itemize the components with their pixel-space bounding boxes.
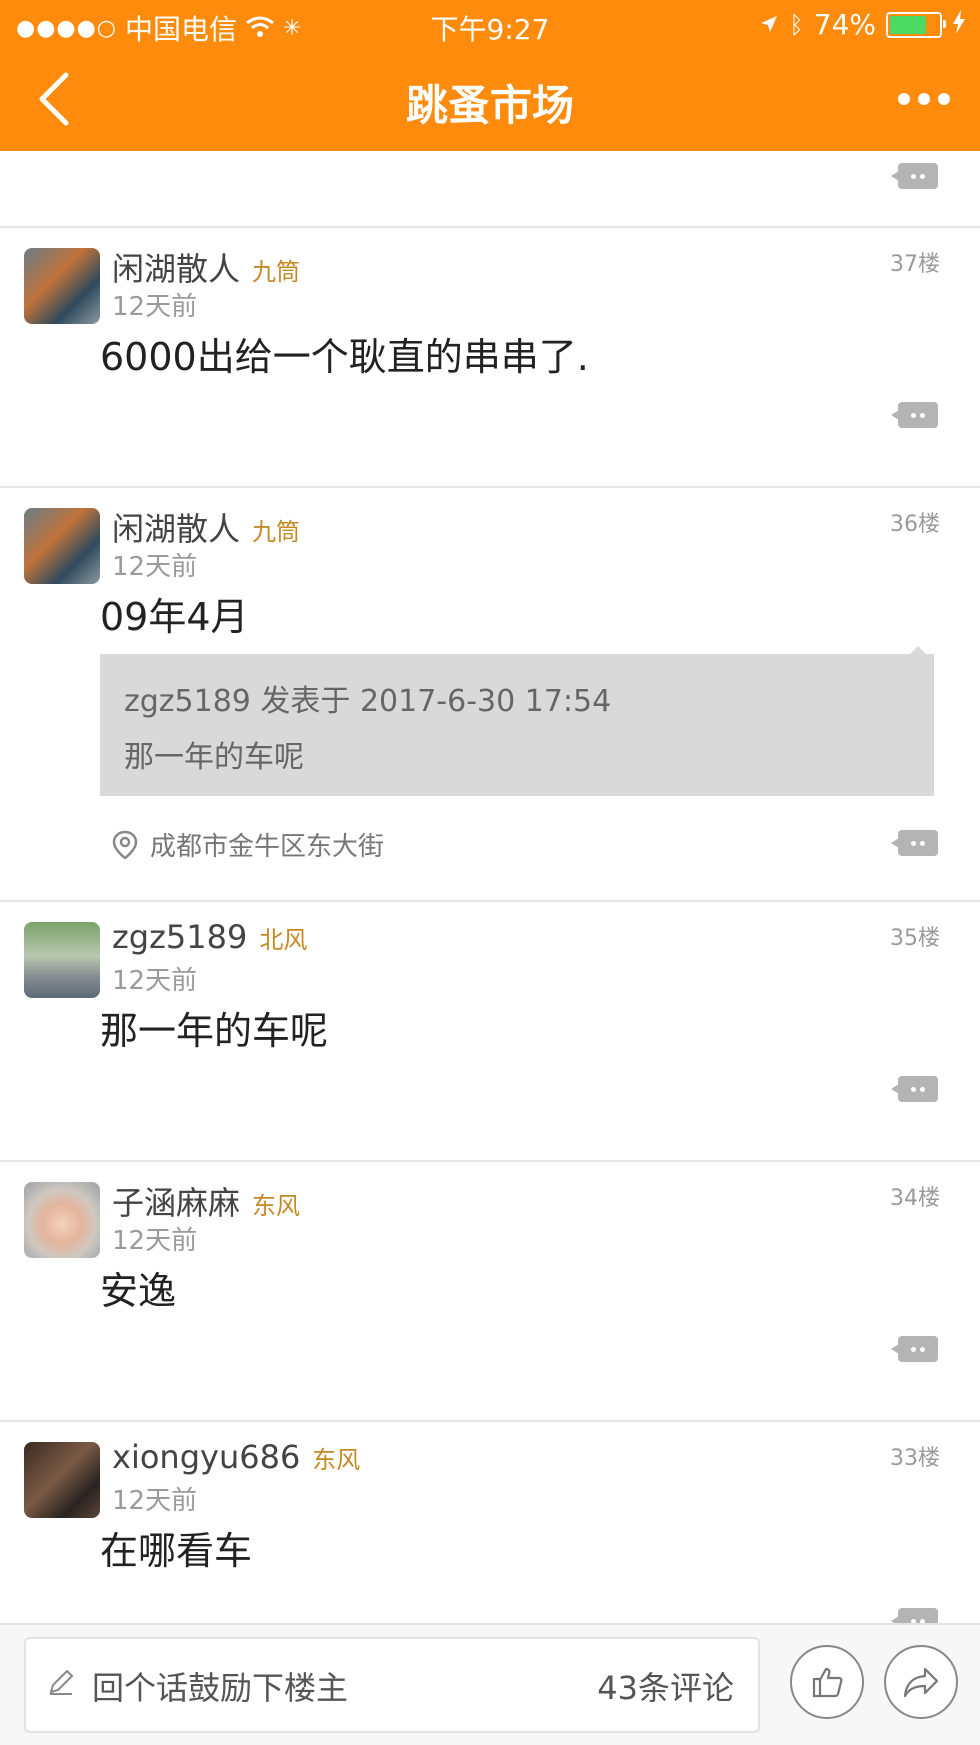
floor-number: 37楼 <box>890 252 940 277</box>
user-level: 东风 <box>312 1446 361 1474</box>
username[interactable]: 子涵麻麻 东风 <box>112 1178 300 1224</box>
like-button[interactable] <box>790 1645 864 1719</box>
user-level: 九筒 <box>252 258 301 286</box>
quoted-reply[interactable]: zgz5189 发表于 2017-6-30 17:54 那一年的车呢 <box>100 646 934 796</box>
avatar[interactable] <box>24 508 100 584</box>
top-bar: ●●●●○ 中国电信 ✳ 下午9:27 ᛒ 74% 跳蚤市场 <box>0 0 980 151</box>
location-arrow-icon <box>759 8 779 41</box>
share-button[interactable] <box>884 1645 958 1719</box>
bluetooth-icon: ᛒ <box>789 10 804 39</box>
more-button[interactable] <box>884 74 964 124</box>
reply-placeholder: 回个话鼓励下楼主 <box>92 1669 349 1707</box>
list-item: 子涵麻麻 东风 12天前 34楼 安逸 <box>0 1162 980 1420</box>
comment-button[interactable] <box>891 1076 938 1102</box>
floor-number: 34楼 <box>890 1186 940 1211</box>
post-content: 安逸 <box>100 1269 177 1313</box>
username[interactable]: zgz5189 北风 <box>112 918 307 956</box>
list-item: zgz5189 北风 12天前 35楼 那一年的车呢 <box>0 902 980 1160</box>
post-list[interactable]: 闲湖散人 九筒 12天前 37楼 6000出给一个耿直的串串了. 闲湖散人 九筒 1… <box>0 151 980 1623</box>
reply-input[interactable]: 回个话鼓励下楼主 43条评论 <box>24 1637 760 1733</box>
post-content: 6000出给一个耿直的串串了. <box>100 335 589 379</box>
battery-icon <box>886 11 946 38</box>
comment-button[interactable] <box>891 830 938 856</box>
comment-button[interactable] <box>891 1608 938 1623</box>
avatar[interactable] <box>24 922 100 998</box>
battery-percent: 74% <box>813 8 876 41</box>
avatar[interactable] <box>24 1442 100 1518</box>
share-arrow-icon <box>903 1667 939 1698</box>
avatar[interactable] <box>24 248 100 324</box>
username[interactable]: 闲湖散人 九筒 <box>112 504 300 550</box>
post-time: 12天前 <box>112 1486 198 1516</box>
comment-count[interactable]: 43条评论 <box>597 1663 734 1709</box>
user-level: 东风 <box>252 1192 301 1220</box>
list-item: 闲湖散人 九筒 12天前 37楼 6000出给一个耿直的串串了. <box>0 228 980 486</box>
pencil-icon <box>46 1667 76 1701</box>
floor-number: 35楼 <box>890 926 940 951</box>
more-dots-icon <box>898 93 910 105</box>
post-time: 12天前 <box>112 552 198 582</box>
post-time: 12天前 <box>112 1226 198 1256</box>
page-title: 跳蚤市场 <box>405 81 574 130</box>
location-pin-icon <box>112 830 138 860</box>
floor-number: 36楼 <box>890 512 940 537</box>
post-time: 12天前 <box>112 292 198 322</box>
quote-text: 那一年的车呢 <box>124 740 304 775</box>
username[interactable]: 闲湖散人 九筒 <box>112 244 300 290</box>
comment-button[interactable] <box>891 163 938 189</box>
quote-header: zgz5189 发表于 2017-6-30 17:54 <box>124 684 612 719</box>
comment-button[interactable] <box>891 402 938 428</box>
charging-bolt-icon <box>952 8 966 41</box>
post-time: 12天前 <box>112 966 198 996</box>
thumbs-up-icon <box>812 1667 843 1698</box>
post-content: 在哪看车 <box>100 1529 253 1573</box>
avatar[interactable] <box>24 1182 100 1258</box>
list-item: xiongyu686 东风 12天前 33楼 在哪看车 <box>0 1422 980 1623</box>
floor-number: 33楼 <box>890 1446 940 1471</box>
post-content: 那一年的车呢 <box>100 1009 329 1053</box>
list-item: 闲湖散人 九筒 12天前 36楼 09年4月 zgz5189 发表于 2017-6… <box>0 488 980 900</box>
username[interactable]: xiongyu686 东风 <box>112 1438 360 1476</box>
nav-bar: 跳蚤市场 <box>0 48 980 151</box>
post-content: 09年4月 <box>100 595 249 639</box>
post-location[interactable]: 成都市金牛区东大街 <box>112 826 384 863</box>
user-level: 北风 <box>259 926 308 954</box>
user-level: 九筒 <box>252 518 301 546</box>
comment-button[interactable] <box>891 1336 938 1362</box>
location-text: 成都市金牛区东大街 <box>150 832 385 862</box>
status-bar: ●●●●○ 中国电信 ✳ 下午9:27 ᛒ 74% <box>0 0 980 48</box>
bottom-bar: 回个话鼓励下楼主 43条评论 <box>0 1623 980 1745</box>
